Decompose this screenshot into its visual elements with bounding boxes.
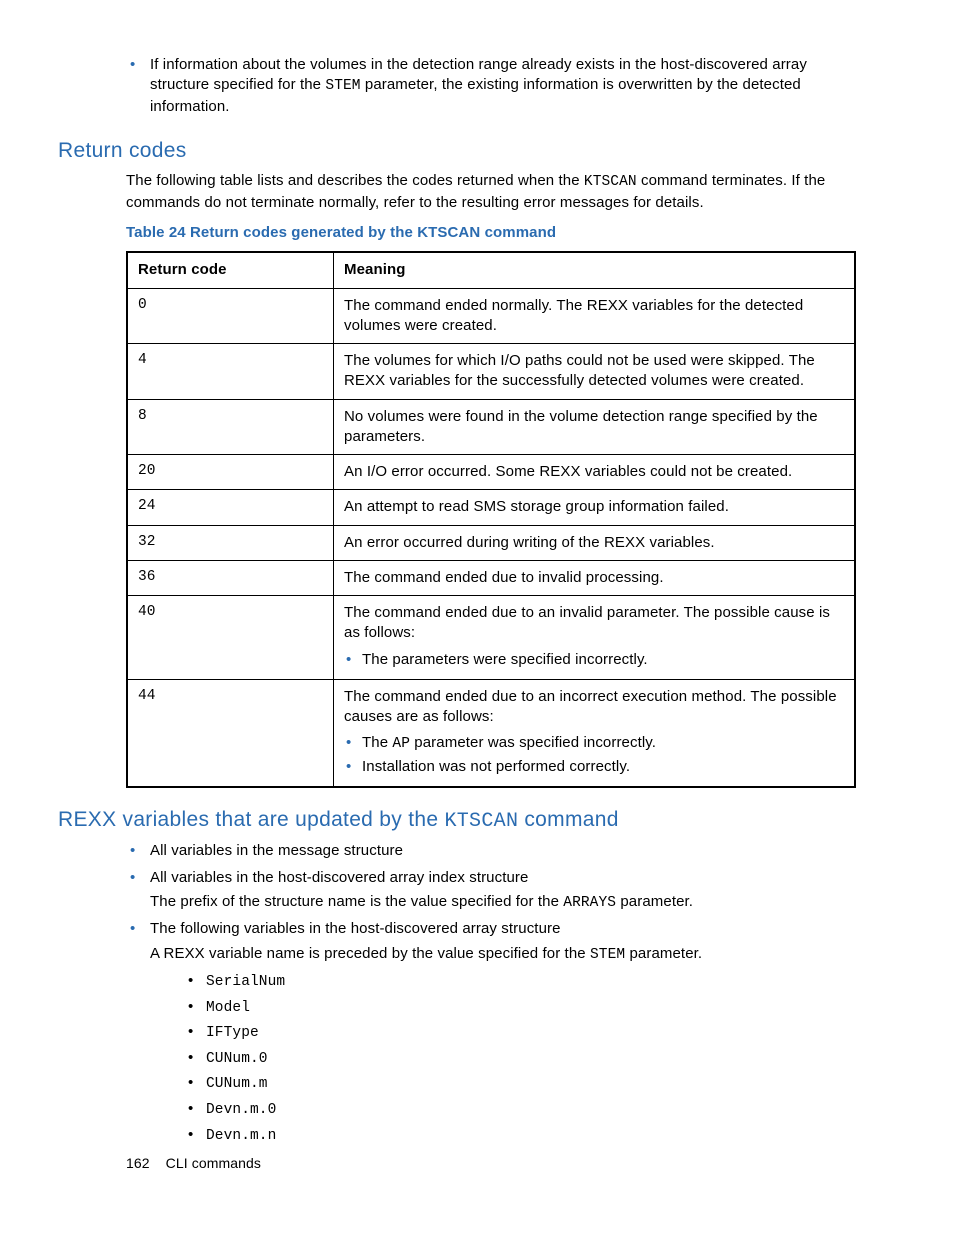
rexx-variable: IFType: [182, 1022, 856, 1044]
return-code-cell: 40: [127, 596, 334, 680]
rexx-variable: SerialNum: [182, 971, 856, 993]
rexx-variable: CUNum.0: [182, 1048, 856, 1070]
intro-bullet: If information about the volumes in the …: [126, 55, 856, 117]
table-row: 20An I/O error occurred. Some REXX varia…: [127, 455, 855, 490]
page-number: 162: [126, 1155, 150, 1171]
return-code-cell: 36: [127, 560, 334, 595]
return-codes-heading: Return codes: [58, 137, 856, 165]
rexx-h-t2: command: [518, 808, 618, 831]
return-code-cell: 4: [127, 344, 334, 400]
table-caption: Table 24 Return codes generated by the K…: [126, 223, 856, 243]
meaning-sub-item: The parameters were specified incorrectl…: [344, 650, 844, 670]
table-row: 8No volumes were found in the volume det…: [127, 399, 855, 455]
rexx-variable-list: All variables in the message structure Al…: [126, 841, 856, 1146]
meaning-cell: The command ended due to an invalid para…: [334, 596, 856, 680]
meaning-cell: The volumes for which I/O paths could no…: [334, 344, 856, 400]
return-code-cell: 32: [127, 525, 334, 560]
table-row: 36The command ended due to invalid proce…: [127, 560, 855, 595]
table-row: 0The command ended normally. The REXX va…: [127, 288, 855, 344]
rexx-list-item: The following variables in the host-disc…: [126, 919, 856, 1146]
rc-para-t1: The following table lists and describes …: [126, 172, 584, 189]
footer-section: CLI commands: [166, 1155, 261, 1171]
table-header-row: Return code Meaning: [127, 252, 855, 288]
return-code-cell: 20: [127, 455, 334, 490]
meaning-cell: An error occurred during writing of the …: [334, 525, 856, 560]
rexx-list-item: All variables in the message structure: [126, 841, 856, 861]
meaning-sub-item: The AP parameter was specified incorrect…: [344, 733, 844, 755]
rexx-list-item: All variables in the host-discovered arr…: [126, 868, 856, 914]
table-row: 4The volumes for which I/O paths could n…: [127, 344, 855, 400]
th-meaning: Meaning: [334, 252, 856, 288]
intro-param: STEM: [325, 78, 360, 94]
meaning-cell: The command ended due to invalid process…: [334, 560, 856, 595]
table-row: 40The command ended due to an invalid pa…: [127, 596, 855, 680]
table-row: 44The command ended due to an incorrect …: [127, 679, 855, 787]
meaning-cell: No volumes were found in the volume dete…: [334, 399, 856, 455]
rexx-variable: Model: [182, 997, 856, 1019]
return-codes-table: Return code Meaning 0The command ended n…: [126, 251, 856, 788]
th-code: Return code: [127, 252, 334, 288]
rc-para-cmd: KTSCAN: [584, 174, 637, 190]
page-footer: 162 CLI commands: [126, 1154, 261, 1173]
return-code-cell: 8: [127, 399, 334, 455]
meaning-cell: The command ended normally. The REXX var…: [334, 288, 856, 344]
rexx-h-t1: REXX variables that are updated by the: [58, 808, 444, 831]
meaning-sub-item: Installation was not performed correctly…: [344, 757, 844, 777]
rexx-variable: Devn.m.n: [182, 1125, 856, 1147]
return-code-cell: 44: [127, 679, 334, 787]
rexx-variable: CUNum.m: [182, 1073, 856, 1095]
return-codes-intro: The following table lists and describes …: [126, 171, 856, 213]
rexx-heading: REXX variables that are updated by the K…: [58, 806, 856, 835]
rexx-h-cmd: KTSCAN: [444, 810, 518, 833]
meaning-cell: The command ended due to an incorrect ex…: [334, 679, 856, 787]
intro-bullet-list: If information about the volumes in the …: [126, 55, 856, 117]
return-code-cell: 24: [127, 490, 334, 525]
rexx-variable: Devn.m.0: [182, 1099, 856, 1121]
return-code-cell: 0: [127, 288, 334, 344]
table-row: 32An error occurred during writing of th…: [127, 525, 855, 560]
table-row: 24An attempt to read SMS storage group i…: [127, 490, 855, 525]
meaning-cell: An I/O error occurred. Some REXX variabl…: [334, 455, 856, 490]
meaning-cell: An attempt to read SMS storage group inf…: [334, 490, 856, 525]
